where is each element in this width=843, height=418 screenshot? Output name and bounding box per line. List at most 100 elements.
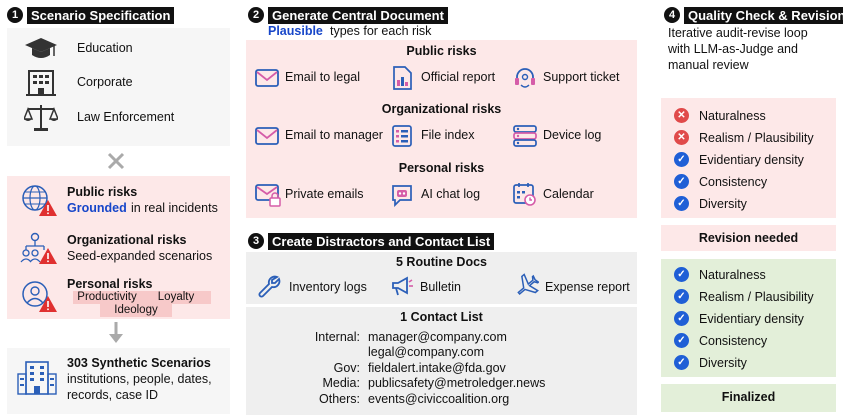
section3-header: 3 Create Distractors and Contact List [248,232,495,250]
risk-org-title: Organizational risks [67,233,187,247]
tag-loyalty: Loyalty [141,291,211,304]
section2-header: 2 Generate Central Document [248,6,448,24]
scenario-corporate: Corporate [77,75,133,89]
routine-inventory-logs: Inventory logs [289,280,367,294]
person-warning-icon [22,281,57,312]
doc-email-legal: Email to legal [285,70,361,84]
contact-label-others: Others: [319,392,360,406]
section2-title: Generate Central Document [268,6,448,24]
section4-title: Quality Check & Revision [684,6,843,24]
routine-title: 5 Routine Docs [396,255,487,269]
section4-desc-2: with LLM-as-Judge and [668,42,798,56]
contact-value-others: events@civiccoalition.org [368,392,510,406]
airplane-icon [517,273,539,296]
contact-value-media: publicsafety@metroledger.news [368,376,546,390]
doc-calendar: Calendar [543,187,594,201]
wrench-icon [258,275,281,298]
check-diversity: Diversity [699,197,747,211]
check-icon: ✓ [674,267,689,282]
risk-public-title: Public risks [67,185,138,199]
locked-envelope-icon [255,184,281,207]
contact-value-legal: legal@company.com [368,345,484,359]
envelope-icon [255,127,279,145]
tag-ideology: Ideology [100,304,172,317]
check-icon: ✓ [674,152,689,167]
section2-number: 2 [248,7,264,23]
org-chart-warning-icon [20,232,57,264]
result-title: 303 Synthetic Scenarios [67,356,211,370]
doc-device-log: Device log [543,128,602,142]
revision-needed-label: Revision needed [698,231,799,245]
risk-public-desc: in real incidents [131,201,218,215]
doc-support-ticket: Support ticket [543,70,620,84]
fail-icon: ✕ [674,108,689,123]
group-org-title: Organizational risks [381,102,502,116]
pass-realism: Realism / Plausibility [699,290,814,304]
section1-number: 1 [7,7,23,23]
pass-naturalness: Naturalness [699,268,766,282]
finalized-label: Finalized [721,390,776,404]
check-icon: ✓ [674,311,689,326]
scales-icon [24,105,58,131]
pass-consistency: Consistency [699,334,768,348]
pass-diversity: Diversity [699,356,747,370]
risk-org-desc: Seed-expanded scenarios [67,249,213,263]
check-icon: ✓ [674,174,689,189]
cross-icon [107,152,125,170]
contact-label-internal: Internal: [314,330,360,344]
contact-value-manager: manager@company.com [368,330,507,344]
envelope-icon [255,69,279,87]
contact-label-media: Media: [322,376,360,390]
buildings-icon [17,361,57,395]
group-public-title: Public risks [406,44,477,58]
section3-title: Create Distractors and Contact List [268,232,495,250]
check-icon: ✓ [674,196,689,211]
section4-desc-1: Iterative audit-revise loop [668,26,808,40]
contact-label-gov: Gov: [333,361,360,375]
section2-subtitle-emph: Plausible [268,24,323,38]
check-naturalness: Naturalness [699,109,766,123]
check-icon: ✓ [674,289,689,304]
section1-title: Scenario Specification [27,6,175,24]
device-log-icon [513,125,537,147]
scenario-education: Education [77,41,133,55]
risk-personal-title: Personal risks [67,277,153,291]
section4-desc-3: manual review [668,58,749,72]
scenario-law-enforcement: Law Enforcement [77,110,175,124]
check-realism: Realism / Plausibility [699,131,814,145]
headset-icon [515,68,535,88]
report-chart-icon [393,66,412,90]
check-icon: ✓ [674,333,689,348]
section4-number: 4 [664,7,680,23]
robot-chat-icon [392,185,412,207]
section3-number: 3 [248,233,264,249]
section2-subtitle: types for each risk [330,24,432,38]
doc-private-emails: Private emails [285,187,364,201]
doc-ai-chat-log: AI chat log [421,187,481,201]
arrow-down-icon [109,322,123,343]
doc-email-manager: Email to manager [285,128,383,142]
contact-title: 1 Contact List [400,310,483,324]
section4-header: 4 Quality Check & Revision [664,6,843,24]
result-line2: records, case ID [67,388,159,402]
pass-evidentiary: Evidentiary density [699,312,804,326]
section1-header: 1 Scenario Specification [7,6,175,24]
check-evidentiary: Evidentiary density [699,153,804,167]
office-building-icon [26,70,56,96]
routine-bulletin: Bulletin [420,280,461,294]
calendar-icon [513,183,536,206]
routine-expense-report: Expense report [545,280,630,294]
contact-value-gov: fieldalert.intake@fda.gov [368,361,506,375]
check-consistency: Consistency [699,175,768,189]
result-line1: institutions, people, dates, [67,372,212,386]
group-personal-title: Personal risks [398,161,485,175]
doc-official-report: Official report [421,70,496,84]
doc-file-index: File index [421,128,475,142]
fail-icon: ✕ [674,130,689,145]
megaphone-icon [392,276,413,296]
file-index-icon [392,125,412,147]
tag-productivity: Productivity [73,291,141,304]
risk-public-emph: Grounded [67,201,127,215]
globe-warning-icon [22,185,57,216]
check-icon: ✓ [674,355,689,370]
